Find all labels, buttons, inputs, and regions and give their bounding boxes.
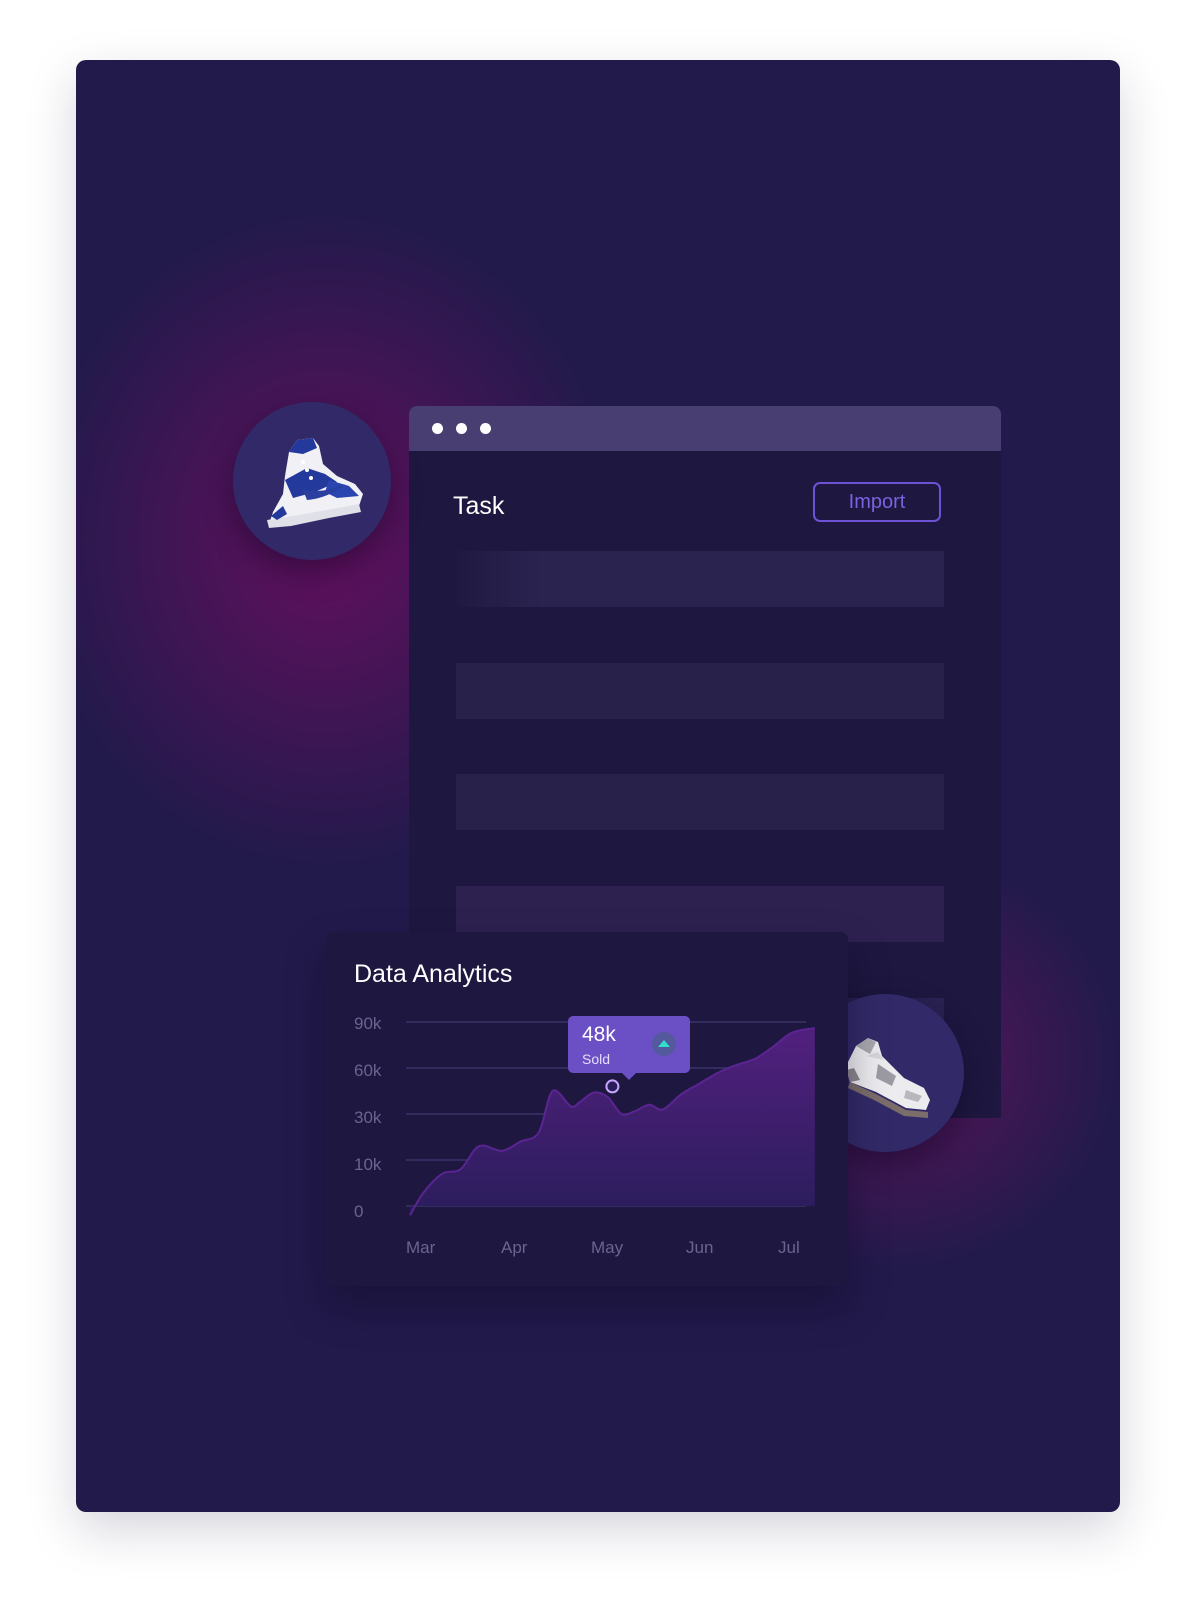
tooltip-value: 48k [582, 1023, 616, 1046]
data-analytics-panel: Data Analytics 90k 60k 30k 10k 0 Mar Apr… [326, 932, 848, 1286]
list-item-placeholder [456, 663, 944, 719]
window-dot [480, 423, 491, 434]
area-chart [406, 1021, 815, 1216]
highlight-point[interactable] [605, 1079, 620, 1094]
sold-tooltip: 48k Sold [568, 1016, 690, 1080]
list-item-placeholder [456, 774, 944, 830]
window-titlebar [409, 406, 1001, 451]
import-button[interactable]: Import [813, 482, 941, 522]
tooltip-label: Sold [582, 1051, 611, 1067]
trend-up-icon [652, 1032, 676, 1056]
blue-sneaker-icon [267, 438, 363, 528]
window-title: Task [453, 492, 505, 520]
window-dot [456, 423, 467, 434]
background-card: Task Import Data Analytics 90k 60k 30k 1… [76, 60, 1120, 1512]
sneaker-avatar-blue [233, 402, 391, 560]
window-dot [432, 423, 443, 434]
list-item-placeholder [456, 551, 944, 607]
